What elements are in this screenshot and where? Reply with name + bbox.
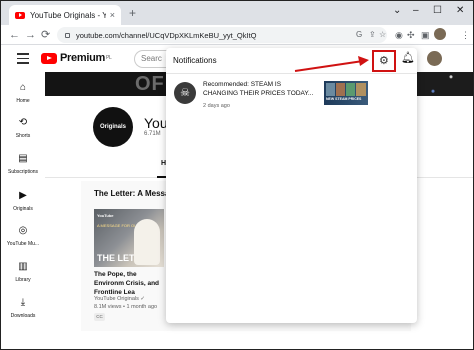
youtube-account-avatar[interactable] bbox=[427, 51, 442, 66]
channel-avatar[interactable]: Originals bbox=[93, 107, 133, 147]
nav-label: Originals bbox=[13, 206, 33, 212]
youtube-favicon-icon bbox=[15, 11, 25, 19]
google-lens-icon[interactable]: G bbox=[356, 27, 362, 43]
tab-bar: YouTube Originals - YouTube × + ⌄ – ☐ ✕ bbox=[1, 1, 473, 25]
left-nav: ⌂ Home ⟲ Shorts ▤ Subscriptions ▶ Origin… bbox=[1, 72, 45, 349]
back-button[interactable]: ← bbox=[9, 28, 20, 42]
share-icon[interactable]: ⇪ bbox=[369, 27, 376, 43]
library-icon: ▥ bbox=[18, 261, 28, 272]
notifications-title: Notifications bbox=[173, 56, 217, 65]
notifications-bell-icon[interactable]: 🔔︎ bbox=[401, 52, 415, 64]
nav-label: Home bbox=[16, 98, 30, 104]
music-icon: ◎ bbox=[18, 225, 28, 236]
notifications-header: Notifications ⚙ bbox=[166, 48, 417, 74]
close-window-button[interactable]: ✕ bbox=[456, 5, 464, 17]
lock-icon bbox=[65, 32, 70, 38]
banner-text: OF bbox=[135, 73, 165, 95]
settings-highlight: ⚙ bbox=[372, 50, 396, 72]
nav-item-originals[interactable]: ▶ Originals bbox=[1, 190, 45, 212]
browser-profile-avatar[interactable] bbox=[434, 28, 446, 40]
originals-icon: ▶ bbox=[19, 190, 27, 201]
video-meta: 8.1M views • 1 month ago bbox=[94, 304, 158, 310]
reload-button[interactable]: ⟳ bbox=[41, 28, 50, 42]
settings-gear-icon[interactable]: ⚙ bbox=[379, 55, 389, 67]
nav-item-youtube-music[interactable]: ◎ YouTube Mu... bbox=[1, 225, 45, 247]
cc-badge: CC bbox=[94, 313, 105, 321]
notification-thumbnail-label: NEW STEAM PRICES bbox=[326, 97, 362, 101]
url-text: youtube.com/channel/UCqVDpXKLmKeBU_yyt_Q… bbox=[76, 30, 257, 40]
section-title[interactable]: The Letter: A Messag bbox=[94, 189, 174, 198]
nav-label: YouTube Mu... bbox=[6, 241, 40, 247]
nav-label: Shorts bbox=[15, 133, 31, 139]
tab-title: YouTube Originals - YouTube bbox=[30, 10, 106, 20]
forward-button[interactable]: → bbox=[25, 28, 36, 42]
thumbnail-tiles bbox=[326, 83, 366, 96]
notification-item[interactable]: ☠ Recommended: STEAM IS CHANGING THEIR P… bbox=[166, 76, 417, 116]
video-channel[interactable]: YouTube Originals ✓ bbox=[94, 296, 145, 302]
menu-icon[interactable] bbox=[17, 53, 29, 67]
nav-item-shorts[interactable]: ⟲ Shorts bbox=[1, 117, 45, 139]
notification-thumbnail: NEW STEAM PRICES bbox=[324, 81, 368, 105]
tab-close-icon[interactable]: × bbox=[110, 10, 115, 20]
thumbnail-figure bbox=[134, 219, 160, 265]
nav-item-downloads[interactable]: ⤓ Downloads bbox=[1, 297, 45, 319]
nav-item-home[interactable]: ⌂ Home bbox=[1, 82, 45, 104]
notification-text: Recommended: STEAM IS CHANGING THEIR PRI… bbox=[203, 81, 314, 97]
thumbnail-brand: YouTube bbox=[97, 213, 114, 218]
notification-time: 2 days ago bbox=[203, 103, 230, 109]
skull-avatar-icon: ☠ bbox=[174, 82, 196, 104]
bookmark-star-icon[interactable]: ☆ bbox=[379, 27, 386, 43]
minimize-button[interactable]: – bbox=[413, 5, 419, 17]
browser-tab[interactable]: YouTube Originals - YouTube × bbox=[9, 5, 121, 25]
nav-item-library[interactable]: ▥ Library bbox=[1, 261, 45, 283]
nav-label: Downloads bbox=[10, 313, 36, 319]
home-icon: ⌂ bbox=[19, 82, 27, 93]
extension-icon[interactable]: ◉ bbox=[395, 28, 403, 42]
youtube-premium-logo[interactable]: Premium PL bbox=[41, 52, 112, 64]
browser-menu-icon[interactable]: ⋮ bbox=[461, 28, 470, 42]
nav-item-subscriptions[interactable]: ▤ Subscriptions bbox=[1, 153, 45, 175]
new-tab-button[interactable]: + bbox=[129, 7, 136, 19]
logo-region: PL bbox=[105, 55, 112, 61]
video-title[interactable]: The Pope, the Environm Crisis, and Front… bbox=[94, 270, 166, 297]
nav-label: Subscriptions bbox=[7, 169, 38, 175]
maximize-button[interactable]: ☐ bbox=[433, 5, 442, 17]
nav-label: Library bbox=[15, 277, 31, 283]
downloads-icon: ⤓ bbox=[20, 297, 26, 308]
address-bar[interactable]: youtube.com/channel/UCqVDpXKLmKeBU_yyt_Q… bbox=[57, 27, 387, 43]
puzzle-icon[interactable]: ✣ bbox=[407, 28, 415, 42]
subscriptions-icon: ▤ bbox=[18, 153, 28, 164]
notifications-panel: Notifications ⚙ ☠ Recommended: STEAM IS … bbox=[166, 48, 417, 323]
browser-window: YouTube Originals - YouTube × + ⌄ – ☐ ✕ … bbox=[0, 0, 474, 350]
shorts-icon: ⟲ bbox=[18, 117, 28, 128]
logo-text: Premium bbox=[60, 52, 105, 64]
side-panel-icon[interactable]: ▣ bbox=[421, 28, 430, 42]
browser-toolbar: ← → ⟳ youtube.com/channel/UCqVDpXKLmKeBU… bbox=[1, 25, 473, 45]
video-thumbnail[interactable]: YouTube A MESSAGE FOR OUR EARTH THE LETT… bbox=[94, 209, 164, 267]
youtube-logo-icon bbox=[41, 52, 57, 64]
subscriber-count: 6.71M bbox=[144, 131, 161, 137]
tab-search-icon[interactable]: ⌄ bbox=[393, 5, 401, 17]
